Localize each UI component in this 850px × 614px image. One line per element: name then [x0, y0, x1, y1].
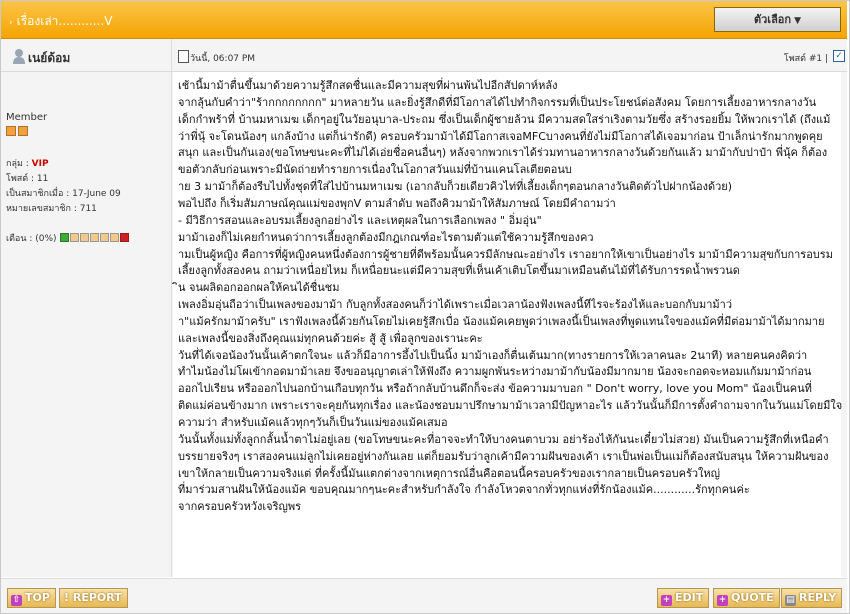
multiquote-checkbox[interactable]: ✓: [833, 50, 845, 62]
thread-title: › เรื่องเล่า............V: [9, 12, 112, 31]
warn-level: เตือน : (0%): [6, 231, 130, 245]
post-line: เลี้ยงลูกทั้งสองคน ถามว่าเหนื่อยไหม ก็เห…: [178, 264, 740, 278]
post-line: ออกไปเรียน หรือออกไปนอกบ้านเกือบทุกวัน ห…: [178, 382, 812, 396]
post-footer: ⇧ TOP ! REPORT + EDIT + QUOTE ▤ REPLY: [1, 578, 847, 613]
user-join-date: เป็นสมาชิกเมื่อ : 17-June 09: [6, 189, 121, 199]
post-line: สนุก และเป็นกันเอง(ขอโทษขนะคะที่ไม่ได้เอ…: [178, 146, 828, 160]
reply-button[interactable]: ▤ REPLY: [781, 588, 843, 608]
post-line: เพลงอิ่มอุ่นถือว่าเป็นเพลงของมาม้า กับลู…: [178, 298, 733, 312]
post-line: ติดแม่ค่อนข้างมาก เพราะเราจะคุยกันทุกเรื…: [178, 399, 843, 413]
post-number-link[interactable]: โพสต์ #1 |: [784, 51, 828, 65]
user-avatar-icon: [13, 49, 25, 64]
rank-pips-icon: [6, 126, 30, 139]
post-line: วันที่ได้เจอน้องวันนั้นเค้าตกใจนะ แล้วก็…: [178, 348, 808, 362]
arrow-up-icon: ⇧: [11, 595, 22, 606]
group-badge: VIP: [31, 159, 49, 169]
edit-button[interactable]: + EDIT: [657, 588, 710, 608]
title-arrow-icon: ›: [9, 18, 13, 28]
post-line: า"แม้ครักมาม้าครับ" เราฟังเพลงนี้ด้วยกัน…: [178, 314, 825, 328]
report-button[interactable]: ! REPORT: [59, 588, 128, 608]
user-member-number: หมายเลขสมาชิก : 711: [6, 204, 97, 214]
member-rank: Member: [6, 112, 48, 123]
tools-dropdown-button[interactable]: ตัวเลือก ▼: [714, 7, 841, 32]
thread-header-bar: › เรื่องเล่า............V ตัวเลือก ▼: [1, 1, 847, 39]
warn-label: เตือน : (0%): [6, 234, 57, 244]
post-date: วันนี้, 06:07 PM: [190, 54, 256, 64]
post-line: - มีวิธีการสอนและอบรมเลี้ยงลูกอย่างไร แล…: [178, 213, 542, 227]
post-line: ิน จนผลิดอกออกผลให้คนได้ชื่นชม: [178, 281, 340, 295]
reply-document-icon: ▤: [785, 595, 796, 606]
post-line: บรรยายจริงๆ เราสองคนแม่ลูกไม่เคยอยู่ห่าง…: [178, 449, 829, 463]
user-post-count: โพสต์ : 11: [6, 174, 49, 184]
post-header-row: [1, 39, 847, 72]
post-line: ขอตัวกลับก่อนเพราะมีนัดถ่ายทำรายการเนื่อ…: [178, 163, 572, 177]
post-line: มาม้าเองก็ไม่เคยกำหนดว่าการเลี้ยงลูกต้อง…: [178, 230, 594, 244]
warn-bar-icon: [59, 232, 130, 245]
post-line: ามเป็นผู้หญิง คือการที่ผู้หญิงคนหนึ่งต้อ…: [178, 247, 833, 261]
top-button[interactable]: ⇧ TOP: [7, 588, 56, 608]
user-group: กลุ่ม : VIP: [6, 159, 49, 169]
post-document-icon: [178, 50, 189, 63]
post-line: จากครอบครัวหวังเจริญพร: [178, 500, 302, 514]
post-line: เด็กกำพร้าที่ บ้านมหาเมฆ เด็กๆอยู่ในวัยอ…: [178, 112, 831, 126]
post-line: วันนั้นทั้งแม่ทั้งลูกกลั้นน้ำตาไม่อยู่เล…: [178, 432, 829, 446]
post-line: ว่าพี่นุ้ จะโดนน้องๆ แกล้งบ้าง แต่ก็น่าร…: [178, 129, 823, 143]
plus-icon: +: [661, 595, 672, 606]
post-line: เช้านี้มาม้าตื่นขึ้นมาด้วยความรู้สึกสดชื…: [178, 79, 558, 92]
post-line: ความว่า สำหรับแม้คแล้วทุกๆวันก็เป็นวันแม…: [178, 416, 448, 429]
post-line: จากลุ้นกับคำว่า"ร้ากกกกกกกก" มาหลายวัน แ…: [178, 95, 817, 109]
post-line: พอไปถึง ก็เริ่มสัมภาษณ์คุณแม่ของพุกV ตาม…: [178, 196, 616, 210]
tools-label: ตัวเลือก: [753, 13, 792, 26]
post-line: ทำไมน้องไม่โผเข้ากอดมาม้าเลย จึงขออนุญาต…: [178, 365, 812, 379]
post-line: ที่มาร่วมสานฝันให้น้องแม้ค ขอบคุณมากๆนะค…: [178, 483, 750, 497]
thread-title-text: เรื่องเล่า............V: [16, 14, 113, 28]
username-link[interactable]: เนย์ด้อม: [28, 49, 70, 68]
plus-icon: +: [717, 595, 728, 606]
post-line: เขาให้กลายเป็นความจริงแต่ ที่ครั้งนี้มัน…: [178, 466, 721, 480]
quote-button[interactable]: + QUOTE: [713, 588, 780, 608]
post-line: าย 3 มาม้าก็ต้องรีบไปทั้งชุดที่ใส่ไปบ้าน…: [178, 180, 733, 194]
chevron-down-icon: ▼: [794, 16, 801, 26]
post-line: และเพลงนี้ของสิ่งถึงคุณแม่ทุกคนด้วยค่ะ ส…: [178, 331, 483, 345]
